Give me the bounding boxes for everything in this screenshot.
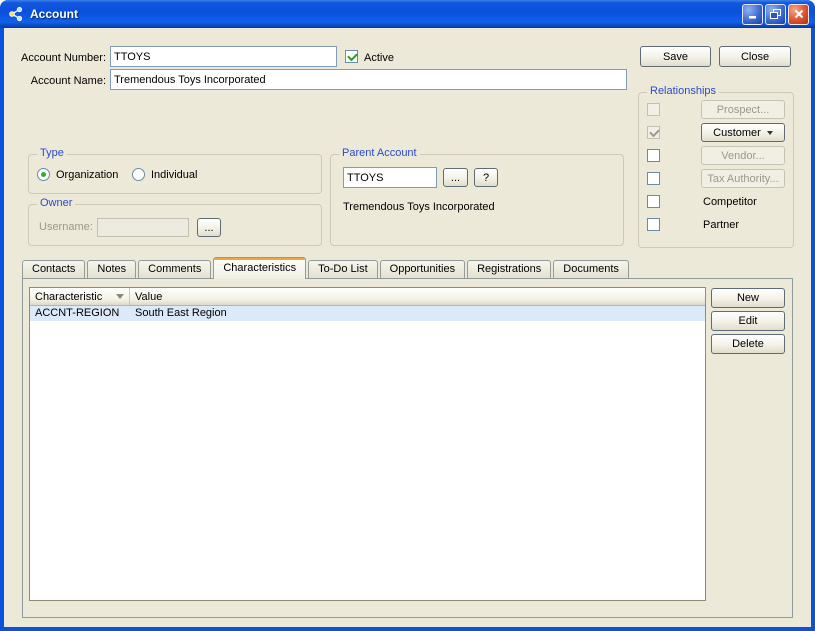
characteristics-table: Characteristic Value ACCNT-REGION South …	[29, 287, 706, 601]
new-button[interactable]: New	[711, 288, 785, 308]
customer-button-label: Customer	[713, 127, 761, 139]
restore-icon	[770, 9, 781, 20]
account-name-label: Account Name:	[8, 75, 106, 87]
tab-documents[interactable]: Documents	[553, 260, 629, 278]
customer-checkbox	[647, 126, 660, 139]
sort-descending-icon	[116, 294, 124, 299]
tab-bar: Contacts Notes Comments Characteristics …	[22, 257, 631, 279]
active-label: Active	[364, 52, 394, 64]
tab-opportunities[interactable]: Opportunities	[380, 260, 465, 278]
owner-group: Owner Username: ...	[28, 204, 322, 246]
vendor-button: Vendor...	[701, 146, 785, 165]
active-checkbox[interactable]	[345, 50, 358, 63]
partner-checkbox[interactable]	[647, 218, 660, 231]
prospect-button: Prospect...	[701, 100, 785, 119]
titlebar[interactable]: Account	[0, 0, 815, 28]
organization-label: Organization	[56, 169, 118, 181]
owner-group-title: Owner	[37, 197, 75, 209]
column-header-characteristic-label: Characteristic	[35, 291, 102, 303]
type-group: Type Organization Individual	[28, 154, 322, 194]
tab-todo-list[interactable]: To-Do List	[308, 260, 378, 278]
minimize-icon	[748, 9, 758, 19]
individual-label: Individual	[151, 169, 197, 181]
vendor-checkbox[interactable]	[647, 149, 660, 162]
edit-button[interactable]: Edit	[711, 311, 785, 331]
close-button[interactable]: Close	[719, 46, 791, 67]
window-controls	[742, 4, 809, 25]
account-window: Account Account Number: Active Save Clos…	[0, 0, 815, 631]
table-header: Characteristic Value	[30, 288, 705, 306]
table-row[interactable]: ACCNT-REGION South East Region	[30, 306, 705, 321]
close-icon	[794, 9, 804, 19]
tab-registrations[interactable]: Registrations	[467, 260, 551, 278]
username-input	[97, 218, 189, 237]
close-window-button[interactable]	[788, 4, 809, 25]
owner-browse-button[interactable]: ...	[197, 218, 221, 237]
column-header-value[interactable]: Value	[130, 288, 705, 305]
relationships-group: Relationships Prospect... Customer Vendo…	[638, 92, 794, 248]
tab-notes[interactable]: Notes	[87, 260, 136, 278]
account-name-input[interactable]	[110, 69, 627, 90]
type-group-title: Type	[37, 147, 67, 159]
account-number-input[interactable]	[110, 46, 337, 67]
tab-contacts[interactable]: Contacts	[22, 260, 85, 278]
parent-account-group-title: Parent Account	[339, 147, 420, 159]
cell-value: South East Region	[130, 306, 705, 321]
window-content: Account Number: Active Save Close Accoun…	[4, 28, 811, 627]
characteristics-panel: Characteristic Value ACCNT-REGION South …	[22, 278, 793, 618]
dropdown-arrow-icon	[767, 131, 773, 135]
column-header-value-label: Value	[135, 291, 162, 303]
partner-label: Partner	[703, 219, 739, 231]
competitor-label: Competitor	[703, 196, 757, 208]
cell-characteristic: ACCNT-REGION	[30, 306, 130, 321]
minimize-button[interactable]	[742, 4, 763, 25]
prospect-checkbox	[647, 103, 660, 116]
tab-characteristics[interactable]: Characteristics	[213, 257, 306, 279]
save-button[interactable]: Save	[640, 46, 711, 67]
competitor-checkbox[interactable]	[647, 195, 660, 208]
parent-account-group: Parent Account ... ? Tremendous Toys Inc…	[330, 154, 624, 246]
window-title: Account	[30, 7, 742, 21]
individual-radio[interactable]	[132, 168, 145, 181]
relationships-group-title: Relationships	[647, 85, 719, 97]
restore-button[interactable]	[765, 4, 786, 25]
customer-button[interactable]: Customer	[701, 123, 785, 142]
delete-button[interactable]: Delete	[711, 334, 785, 354]
tax-authority-button: Tax Authority...	[701, 169, 785, 188]
account-number-label: Account Number:	[8, 52, 106, 64]
parent-account-browse-button[interactable]: ...	[443, 168, 468, 187]
username-label: Username:	[39, 221, 93, 233]
organization-radio[interactable]	[37, 168, 50, 181]
tax-authority-checkbox[interactable]	[647, 172, 660, 185]
parent-account-input[interactable]	[343, 167, 437, 188]
parent-account-resolved-name: Tremendous Toys Incorporated	[343, 201, 495, 213]
tab-comments[interactable]: Comments	[138, 260, 211, 278]
parent-account-help-button[interactable]: ?	[474, 168, 498, 187]
app-icon	[8, 6, 24, 22]
column-header-characteristic[interactable]: Characteristic	[30, 288, 130, 305]
